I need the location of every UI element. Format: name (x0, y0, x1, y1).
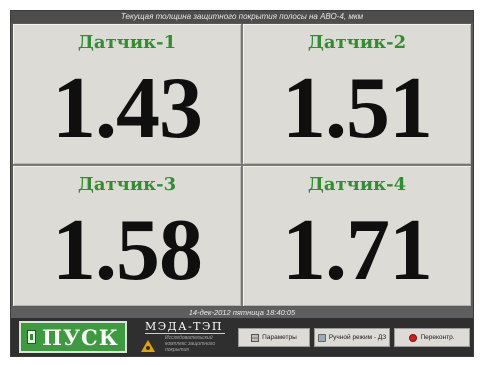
sensor-value-3: 1.58 (52, 202, 203, 299)
control-bar: ПУСК МЭДА-ТЭП Исследовательский комплекс… (11, 318, 473, 356)
logo-divider (145, 333, 225, 334)
recheck-icon (409, 333, 418, 342)
logo-subtitle: Исследовательский комплекс защитного пок… (165, 335, 216, 353)
sensor-panel-1: Датчик-1 1.43 (13, 24, 241, 164)
manual-mode-button[interactable]: Ручной режим - ДЗ (314, 328, 390, 347)
power-icon (27, 330, 37, 344)
sensor-panel-4: Датчик-4 1.71 (243, 166, 471, 306)
logo-title: МЭДА-ТЭП (145, 320, 224, 333)
header-title: Текущая толщина защитного покрытия полос… (11, 11, 473, 23)
settings-icon (251, 333, 260, 342)
logo: МЭДА-ТЭП Исследовательский комплекс защи… (135, 320, 231, 354)
app-window: Текущая толщина защитного покрытия полос… (10, 10, 474, 357)
manual-mode-button-label: Ручной режим - ДЗ (328, 334, 387, 341)
status-datetime: 14-дек-2012 пятница 18:40:05 (11, 307, 473, 318)
sensor-panel-2: Датчик-2 1.51 (243, 24, 471, 164)
params-button[interactable]: Параметры (238, 328, 310, 347)
params-button-label: Параметры (262, 334, 297, 341)
sensor-panel-3: Датчик-3 1.58 (13, 166, 241, 306)
sensor-value-4: 1.71 (282, 202, 433, 299)
sensor-value-1: 1.43 (52, 60, 203, 157)
manual-mode-icon (317, 333, 326, 342)
recheck-button[interactable]: Переконтр. (394, 328, 470, 347)
start-button[interactable]: ПУСК (19, 321, 127, 353)
recheck-button-label: Переконтр. (420, 334, 455, 341)
hazard-icon-dot (146, 346, 150, 350)
sensor-value-2: 1.51 (282, 60, 433, 157)
start-button-label: ПУСК (42, 324, 119, 350)
sensor-grid: Датчик-1 1.43 Датчик-2 1.51 Датчик-3 1.5… (13, 24, 471, 306)
